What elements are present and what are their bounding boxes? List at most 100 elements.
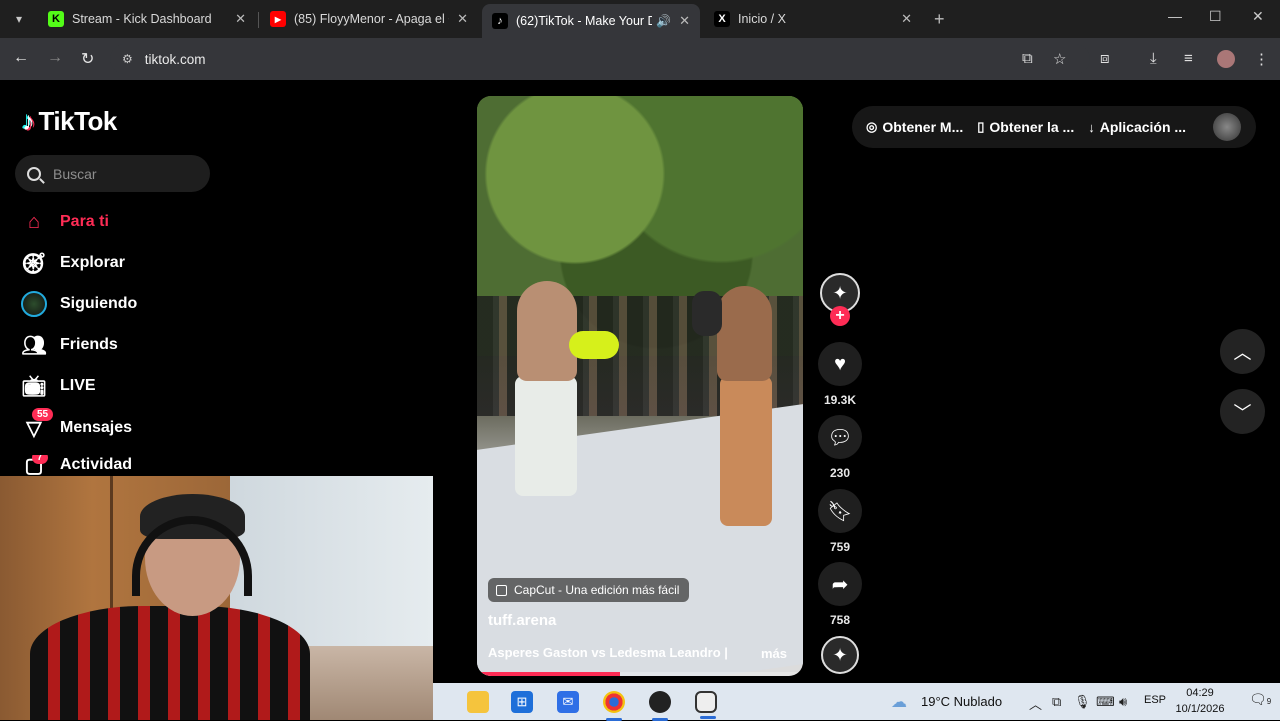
like-button[interactable]: ♥ xyxy=(818,342,862,386)
close-icon[interactable]: ✕ xyxy=(235,11,246,27)
previous-video-button[interactable]: ︿ xyxy=(1220,329,1265,374)
extensions-icon[interactable]: ⧈ xyxy=(1100,50,1110,67)
store-icon[interactable]: ⊞ xyxy=(511,691,533,713)
clock-date: 10/1/2026 xyxy=(1175,703,1225,715)
chrome-icon[interactable] xyxy=(603,691,625,721)
tab-title: (85) FloyyMenor - Apaga el Cel xyxy=(294,12,449,26)
nav-label: Friends xyxy=(60,336,118,353)
window-close-icon[interactable]: ✕ xyxy=(1252,8,1264,25)
install-app-icon[interactable]: ⧉ xyxy=(1022,50,1033,67)
phone-icon: ▯ xyxy=(977,119,985,134)
following-avatar-icon xyxy=(20,290,48,318)
outlook-icon[interactable]: ✉ xyxy=(557,691,579,713)
notification-icon[interactable]: 🗨︎9 xyxy=(1249,691,1271,708)
next-video-button[interactable]: ﹀ xyxy=(1220,389,1265,434)
tab-x[interactable]: X Inicio / X ✕ xyxy=(704,4,922,34)
maximize-icon[interactable]: ☐ xyxy=(1209,8,1222,25)
weather-text[interactable]: 19°C Nublado xyxy=(921,694,1002,709)
more-link[interactable]: más xyxy=(761,646,787,661)
capcut-anchor[interactable]: CapCut - Una edición más fácil xyxy=(488,578,690,602)
share-arrow-icon: ➦ xyxy=(831,573,849,596)
minimize-icon[interactable]: — xyxy=(1168,8,1182,24)
nav-live[interactable]: 📺︎ LIVE xyxy=(20,372,95,400)
tab-divider xyxy=(258,12,259,28)
search-icon[interactable] xyxy=(27,166,41,181)
video-description: Asperes Gaston vs Ledesma Leandro | xyxy=(488,645,728,660)
tab-title: (62)TikTok - Make Your Day xyxy=(516,14,653,28)
comment-button[interactable]: 💬︎ xyxy=(818,415,862,459)
friends-icon: 👥︎ xyxy=(21,334,47,357)
browser-toolbar: ← → ↻ ⚙ tiktok.com ⧉ ☆ ⧈ ⤓ ≡ ⋮ xyxy=(0,38,1280,80)
download-icon[interactable]: ⤓ xyxy=(1150,50,1157,67)
chevron-down-icon: ﹀ xyxy=(1233,402,1252,423)
tab-tiktok[interactable]: ♪ (62)TikTok - Make Your Day 🔊 ✕ xyxy=(482,4,700,38)
close-icon[interactable]: ✕ xyxy=(901,11,912,27)
tab-search-icon[interactable]: ▾ xyxy=(8,8,30,30)
url-text: tiktok.com xyxy=(144,51,206,67)
bookmark-icon: 🔖︎ xyxy=(827,500,853,523)
creator-logo-icon: ✦ xyxy=(832,282,848,303)
get-coins-label: Obtener M... xyxy=(882,119,964,135)
messages-badge: 55 xyxy=(32,408,54,421)
nav-siguiendo[interactable]: Siguiendo xyxy=(20,290,137,318)
forward-icon[interactable]: → xyxy=(47,49,63,67)
tray-app-icon[interactable]: ⧉ xyxy=(1052,694,1061,710)
activity-icon: ▢ 7 xyxy=(20,455,48,475)
compass-icon: 🧭︎ xyxy=(21,252,47,275)
reload-icon[interactable]: ↻ xyxy=(81,49,94,69)
new-tab-icon[interactable]: + xyxy=(934,9,945,30)
address-bar[interactable]: ⚙ tiktok.com xyxy=(110,44,1090,74)
app-icon[interactable] xyxy=(695,691,717,719)
obs-icon[interactable] xyxy=(649,691,671,721)
home-icon: ⌂ xyxy=(27,210,41,233)
back-icon[interactable]: ← xyxy=(13,49,29,67)
file-explorer-icon[interactable] xyxy=(467,691,489,713)
profile-avatar[interactable] xyxy=(1217,50,1235,68)
volume-icon[interactable]: 🔊︎ xyxy=(1119,694,1127,710)
get-app-button[interactable]: ▯ Obtener la ... xyxy=(977,119,1074,135)
nav-explorar[interactable]: 🧭︎ Explorar xyxy=(20,249,125,277)
tray-chevron-icon[interactable]: ︿ xyxy=(1029,694,1042,713)
media-control-icon[interactable]: ≡ xyxy=(1184,50,1193,67)
search-input[interactable] xyxy=(53,165,203,182)
save-button[interactable]: 🔖︎ xyxy=(818,489,862,533)
nav-mensajes[interactable]: ▽ 55 Mensajes xyxy=(20,408,132,442)
share-button[interactable]: ➦ xyxy=(818,562,862,606)
follow-plus-icon[interactable]: + xyxy=(830,306,850,326)
tab-youtube[interactable]: ▶ (85) FloyyMenor - Apaga el Cel ✕ xyxy=(260,4,478,34)
clock-time: 04:29 xyxy=(1186,687,1214,699)
microphone-icon[interactable]: 🎙︎ xyxy=(1074,694,1091,710)
like-count: 19.3K xyxy=(823,393,857,407)
nav-friends[interactable]: 👥︎ Friends xyxy=(20,331,118,359)
music-disc-avatar[interactable]: ✦ xyxy=(821,636,859,674)
language-indicator[interactable]: ESP xyxy=(1144,694,1166,706)
user-avatar[interactable] xyxy=(1213,113,1241,141)
get-coins-button[interactable]: ◎ Obtener M... xyxy=(866,119,963,135)
get-app-label: Obtener la ... xyxy=(989,119,1075,135)
speaker-icon[interactable]: 🔊 xyxy=(656,14,671,28)
site-info-icon[interactable]: ⚙ xyxy=(122,52,133,66)
video-progress-fill xyxy=(477,672,621,676)
youtube-icon: ▶ xyxy=(270,11,286,27)
video-player[interactable]: CapCut - Una edición más fácil tuff.aren… xyxy=(477,96,803,676)
top-action-bar: ◎ Obtener M... ▯ Obtener la ... ↓ Aplica… xyxy=(852,106,1256,148)
video-progress-bar[interactable] xyxy=(477,672,803,676)
tiktok-note-icon: ♪ xyxy=(22,106,35,136)
notification-count: 9 xyxy=(1266,697,1272,706)
nav-actividad[interactable]: ▢ 7 Actividad xyxy=(20,455,132,475)
tab-kick[interactable]: K Stream - Kick Dashboard ✕ xyxy=(38,4,256,34)
video-author[interactable]: tuff.arena xyxy=(488,612,556,629)
close-icon[interactable]: ✕ xyxy=(679,13,690,29)
bookmark-star-icon[interactable]: ☆ xyxy=(1053,50,1066,68)
weather-cloud-icon[interactable]: ☁ xyxy=(891,692,907,712)
logo-text: TikTok xyxy=(38,106,118,136)
close-icon[interactable]: ✕ xyxy=(457,11,468,27)
coin-icon: ◎ xyxy=(866,119,878,134)
tiktok-logo[interactable]: ♪ TikTok xyxy=(22,106,117,137)
nav-label: Actividad xyxy=(60,456,133,473)
nav-para-ti[interactable]: ⌂ Para ti xyxy=(20,208,109,236)
system-clock[interactable]: 04:29 10/1/2026 xyxy=(1165,685,1235,717)
menu-dots-icon[interactable]: ⋮ xyxy=(1254,50,1269,68)
desktop-app-button[interactable]: ↓ Aplicación ... xyxy=(1088,119,1186,135)
network-icon[interactable]: ⌨ xyxy=(1096,694,1115,710)
